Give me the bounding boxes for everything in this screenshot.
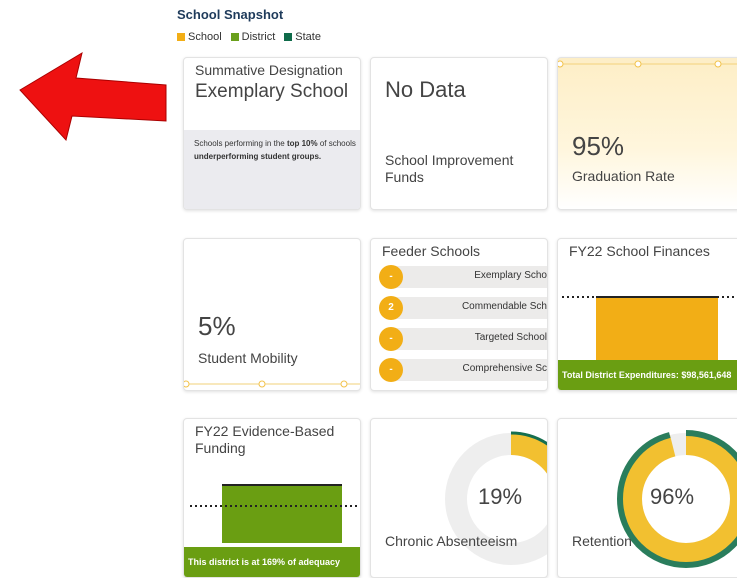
finances-bar-chart	[562, 296, 737, 361]
feeder-row-commendable[interactable]: 2 Commendable Sch	[379, 296, 547, 320]
legend-swatch-school	[177, 33, 185, 41]
graduation-rate-card[interactable]: 95% Graduation Rate	[557, 57, 737, 210]
finances-label: FY22 School Finances	[569, 243, 710, 259]
summative-description-line2: underperforming student groups.	[194, 152, 322, 161]
retention-donut	[617, 430, 737, 568]
graduation-value: 95%	[572, 131, 625, 161]
graduation-label: Graduation Rate	[572, 168, 675, 184]
retention-card[interactable]: 96% Retention	[557, 418, 737, 578]
improvement-value: No Data	[385, 77, 466, 102]
ebf-footer: This district is at 169% of adequacy	[184, 547, 360, 577]
page-title: School Snapshot	[177, 7, 284, 22]
feeder-count-badge: 2	[379, 296, 403, 320]
feeder-label: Feeder Schools	[382, 243, 481, 259]
retention-value: 96%	[650, 484, 695, 509]
finances-bar	[596, 297, 718, 361]
chronic-absenteeism-card[interactable]: 19% Chronic Absenteeism	[370, 418, 548, 578]
evidence-based-funding-card[interactable]: FY22 Evidence-Based Funding This distric…	[183, 418, 361, 578]
mobility-label: Student Mobility	[198, 350, 298, 366]
summative-value: Exemplary School	[195, 81, 349, 102]
retention-label: Retention	[572, 533, 632, 549]
school-finances-card[interactable]: FY22 School Finances Total District Expe…	[557, 238, 737, 391]
feeder-row-name: Exemplary Scho	[474, 270, 547, 281]
annotation-arrow	[19, 51, 167, 142]
feeder-count-badge: -	[379, 265, 403, 289]
finances-footer: Total District Expenditures: $98,561,648	[558, 360, 737, 390]
school-improvement-funds-card[interactable]: No Data School Improvement Funds	[370, 57, 548, 210]
summative-designation-card[interactable]: Summative Designation Exemplary School S…	[183, 57, 361, 210]
legend: School District State	[177, 31, 321, 43]
feeder-row-exemplary[interactable]: - Exemplary Scho	[379, 265, 547, 289]
summative-description-panel: Schools performing in the top 10% of sch…	[184, 130, 360, 209]
legend-item-state: State	[284, 31, 321, 43]
legend-item-school: School	[177, 31, 222, 43]
legend-swatch-district	[230, 33, 239, 41]
ebf-label-line2: Funding	[195, 440, 246, 456]
ebf-bar-chart	[190, 484, 360, 543]
improvement-label-line1: School Improvement	[385, 152, 514, 168]
student-mobility-card[interactable]: 5% Student Mobility	[183, 238, 361, 391]
legend-swatch-state	[284, 33, 293, 41]
summative-description: Schools performing in the top 10% of sch…	[194, 139, 356, 148]
legend-item-district: District	[230, 31, 275, 43]
feeder-row-name: Commendable Sch	[461, 301, 547, 312]
feeder-row-comprehensive[interactable]: - Comprehensive Sc	[379, 358, 547, 382]
feeder-count-badge: -	[379, 327, 403, 351]
feeder-row-name: Comprehensive Sc	[462, 363, 547, 374]
feeder-count-badge: -	[379, 358, 403, 382]
absenteeism-label: Chronic Absenteeism	[385, 533, 518, 549]
summative-label: Summative Designation	[195, 62, 343, 78]
improvement-label-line2: Funds	[385, 169, 424, 185]
ebf-label-line1: FY22 Evidence-Based	[195, 423, 335, 439]
feeder-schools-card[interactable]: Feeder Schools - Exemplary Scho 2 Commen…	[370, 238, 548, 391]
absenteeism-value: 19%	[478, 484, 523, 509]
mobility-value: 5%	[198, 311, 236, 341]
feeder-row-name: Targeted School	[474, 332, 547, 343]
ebf-bar	[222, 485, 342, 543]
feeder-row-targeted[interactable]: - Targeted School	[379, 327, 547, 351]
mobility-trend-line	[184, 380, 360, 388]
graduation-trend-line	[558, 60, 737, 68]
